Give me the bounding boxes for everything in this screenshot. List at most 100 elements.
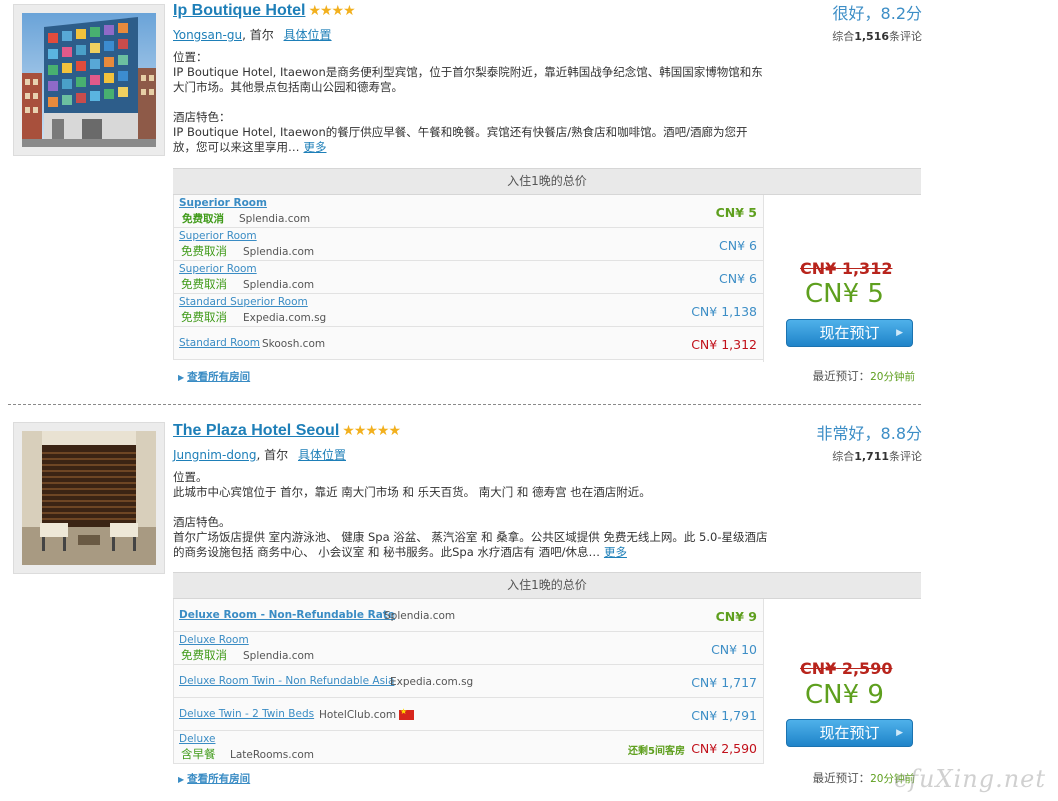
view-all-rooms-link[interactable]: ▶ 查看所有房间 — [178, 771, 250, 786]
room-rate-row[interactable]: Standard Room Skoosh.com CN¥ 1,312 — [173, 327, 763, 360]
room-name-link[interactable]: Superior Room — [179, 263, 257, 275]
map-location-link[interactable]: 具体位置 — [284, 28, 332, 42]
hotel-listing: The Plaza Hotel Seoul ★★★★★ Jungnim-dong,… — [0, 420, 1058, 801]
free-cancel-label: 免费取消 — [181, 244, 227, 258]
provider-label: Expedia.com.sg — [390, 676, 474, 688]
room-name-link[interactable]: Deluxe Twin - 2 Twin Beds — [179, 708, 314, 720]
room-rate-row[interactable]: Deluxe Room Twin - Non Refundable Asia E… — [173, 665, 763, 698]
room-price[interactable]: CN¥ 2,590 — [691, 741, 757, 756]
hotel-location-row: Yongsan-gu, 首尔 具体位置 — [173, 26, 332, 43]
book-now-button[interactable]: 现在预订 ▶ — [786, 719, 913, 747]
features-paragraph: IP Boutique Hotel, Itaewon的餐厅供应早餐、午餐和晚餐。… — [173, 125, 768, 155]
provider-label: Splendia.com — [243, 650, 315, 662]
room-rate-row[interactable]: Standard Superior Room 免费取消 Expedia.com.… — [173, 294, 763, 327]
listing-divider — [8, 404, 921, 405]
room-name-link[interactable]: Superior Room — [179, 230, 257, 242]
listing-footer: ▶ 查看所有房间 最近预订：20分钟前 — [173, 364, 921, 386]
location-heading: 位置。 — [173, 470, 208, 484]
best-price: CN¥ 5 — [805, 279, 884, 309]
room-name-link[interactable]: Deluxe Room — [179, 634, 249, 646]
room-rate-row[interactable]: Superior Room 免费取消 Splendia.com CN¥ 5 — [173, 195, 763, 228]
city-label: , 首尔 — [242, 28, 274, 42]
free-cancel-label: 免费取消 — [181, 310, 227, 324]
room-rate-row[interactable]: Superior Room 免费取消 Splendia.com CN¥ 6 — [173, 261, 763, 294]
triangle-right-icon: ▶ — [178, 373, 185, 382]
room-price[interactable]: CN¥ 1,138 — [691, 304, 757, 319]
area-link[interactable]: Jungnim-dong — [173, 448, 257, 462]
provider-label: Splendia.com — [243, 279, 315, 291]
hotel-photo[interactable] — [22, 13, 156, 147]
provider-label: Skoosh.com — [262, 338, 326, 350]
rating-score[interactable]: 很好，8.2分 — [832, 0, 922, 24]
provider-label: LateRooms.com — [230, 749, 314, 761]
hotel-listing: Ip Boutique Hotel ★★★★ Yongsan-gu, 首尔 具体位… — [0, 0, 1058, 392]
room-rate-table: Deluxe Room - Non-Refundable Rate Splend… — [173, 599, 763, 764]
room-price[interactable]: CN¥ 1,791 — [691, 708, 757, 723]
view-all-rooms-link[interactable]: ▶ 查看所有房间 — [178, 369, 250, 384]
arrow-right-icon: ▶ — [896, 328, 903, 338]
hotel-location-row: Jungnim-dong, 首尔 具体位置 — [173, 446, 346, 463]
room-rate-row[interactable]: Deluxe Room 免费取消 Splendia.com CN¥ 10 — [173, 632, 763, 665]
hotel-photo[interactable] — [22, 431, 156, 565]
review-count[interactable]: 综合1,711条评论 — [817, 448, 922, 464]
area-link[interactable]: Yongsan-gu — [173, 28, 242, 42]
hotel-description: 位置： IP Boutique Hotel, Itaewon是商务便利型宾馆，位… — [173, 50, 768, 155]
rooms-left-label: 还剩5间客房 — [628, 746, 685, 757]
guest-rating: 非常好，8.8分 综合1,711条评论 — [817, 420, 922, 464]
free-cancel-label: 免费取消 — [181, 648, 227, 662]
hotel-name-link[interactable]: The Plaza Hotel Seoul — [173, 422, 339, 439]
best-deal-panel: CN¥ 1,312 CN¥ 5 现在预订 ▶ — [763, 195, 922, 362]
room-name-link[interactable]: Deluxe Room Twin - Non Refundable Asia — [179, 675, 394, 687]
hotel-photo-image — [22, 13, 156, 147]
breakfast-included-label: 含早餐 — [181, 747, 216, 761]
room-name-link[interactable]: Superior Room — [179, 197, 267, 209]
room-name-link[interactable]: Deluxe Room - Non-Refundable Rate — [179, 609, 395, 621]
recent-booking: 最近预订：20分钟前 — [812, 369, 915, 383]
free-cancel-label: 免费取消 — [182, 213, 224, 225]
book-now-button[interactable]: 现在预订 ▶ — [786, 319, 913, 347]
room-price[interactable]: CN¥ 6 — [719, 238, 757, 253]
provider-label: HotelClub.com — [319, 709, 397, 721]
review-count[interactable]: 综合1,516条评论 — [832, 28, 922, 44]
best-deal-panel: CN¥ 2,590 CN¥ 9 现在预订 ▶ — [763, 599, 922, 764]
room-price[interactable]: CN¥ 10 — [711, 642, 757, 657]
rating-score[interactable]: 非常好，8.8分 — [817, 420, 922, 444]
hotel-title-row: The Plaza Hotel Seoul ★★★★★ — [173, 422, 401, 440]
china-flag-icon — [399, 707, 414, 720]
free-cancel-label: 免费取消 — [181, 277, 227, 291]
hotel-name-link[interactable]: Ip Boutique Hotel — [173, 2, 305, 19]
star-rating-icon: ★★★★★ — [342, 423, 401, 439]
best-price: CN¥ 9 — [805, 680, 884, 710]
room-price[interactable]: CN¥ 1,312 — [691, 337, 757, 352]
location-heading: 位置： — [173, 50, 208, 64]
room-rate-row[interactable]: Superior Room 免费取消 Splendia.com CN¥ 6 — [173, 228, 763, 261]
room-price[interactable]: CN¥ 5 — [716, 205, 757, 220]
room-price[interactable]: CN¥ 1,717 — [691, 675, 757, 690]
provider-label: Splendia.com — [239, 213, 311, 225]
features-text: IP Boutique Hotel, Itaewon的餐厅供应早餐、午餐和晚餐。… — [173, 125, 748, 154]
hotel-photo-frame[interactable] — [13, 4, 165, 156]
city-label: , 首尔 — [256, 448, 289, 462]
room-rate-row[interactable]: Deluxe 含早餐 LateRooms.com 还剩5间客房 CN¥ 2,59… — [173, 731, 763, 764]
price-table-header: 入住1晚的总价 — [173, 168, 921, 195]
room-rate-row[interactable]: Deluxe Room - Non-Refundable Rate Splend… — [173, 599, 763, 632]
room-rate-row[interactable]: Deluxe Twin - 2 Twin Beds HotelClub.com … — [173, 698, 763, 731]
features-text: 首尔广场饭店提供 室内游泳池、 健康 Spa 浴盆、 蒸汽浴室 和 桑拿。公共区… — [173, 530, 768, 559]
hotel-description: 位置。 此城市中心宾馆位于 首尔，靠近 南大门市场 和 乐天百货。 南大门 和 … — [173, 470, 768, 560]
features-heading: 酒店特色： — [173, 110, 231, 124]
room-name-link[interactable]: Standard Room — [179, 337, 260, 349]
room-price[interactable]: CN¥ 9 — [716, 609, 757, 624]
room-name-link[interactable]: Deluxe — [179, 733, 215, 745]
provider-label: Splendia.com — [384, 610, 456, 622]
star-rating-icon: ★★★★ — [308, 3, 355, 19]
location-text: IP Boutique Hotel, Itaewon是商务便利型宾馆，位于首尔梨… — [173, 65, 763, 94]
more-link[interactable]: 更多 — [304, 140, 327, 154]
room-rate-table: Superior Room 免费取消 Splendia.com CN¥ 5 Su… — [173, 195, 763, 360]
room-price[interactable]: CN¥ 6 — [719, 271, 757, 286]
hotel-photo-frame[interactable] — [13, 422, 165, 574]
triangle-right-icon: ▶ — [178, 775, 185, 784]
more-link[interactable]: 更多 — [604, 545, 627, 559]
room-name-link[interactable]: Standard Superior Room — [179, 296, 308, 308]
map-location-link[interactable]: 具体位置 — [298, 448, 346, 462]
provider-label: Expedia.com.sg — [243, 312, 327, 324]
